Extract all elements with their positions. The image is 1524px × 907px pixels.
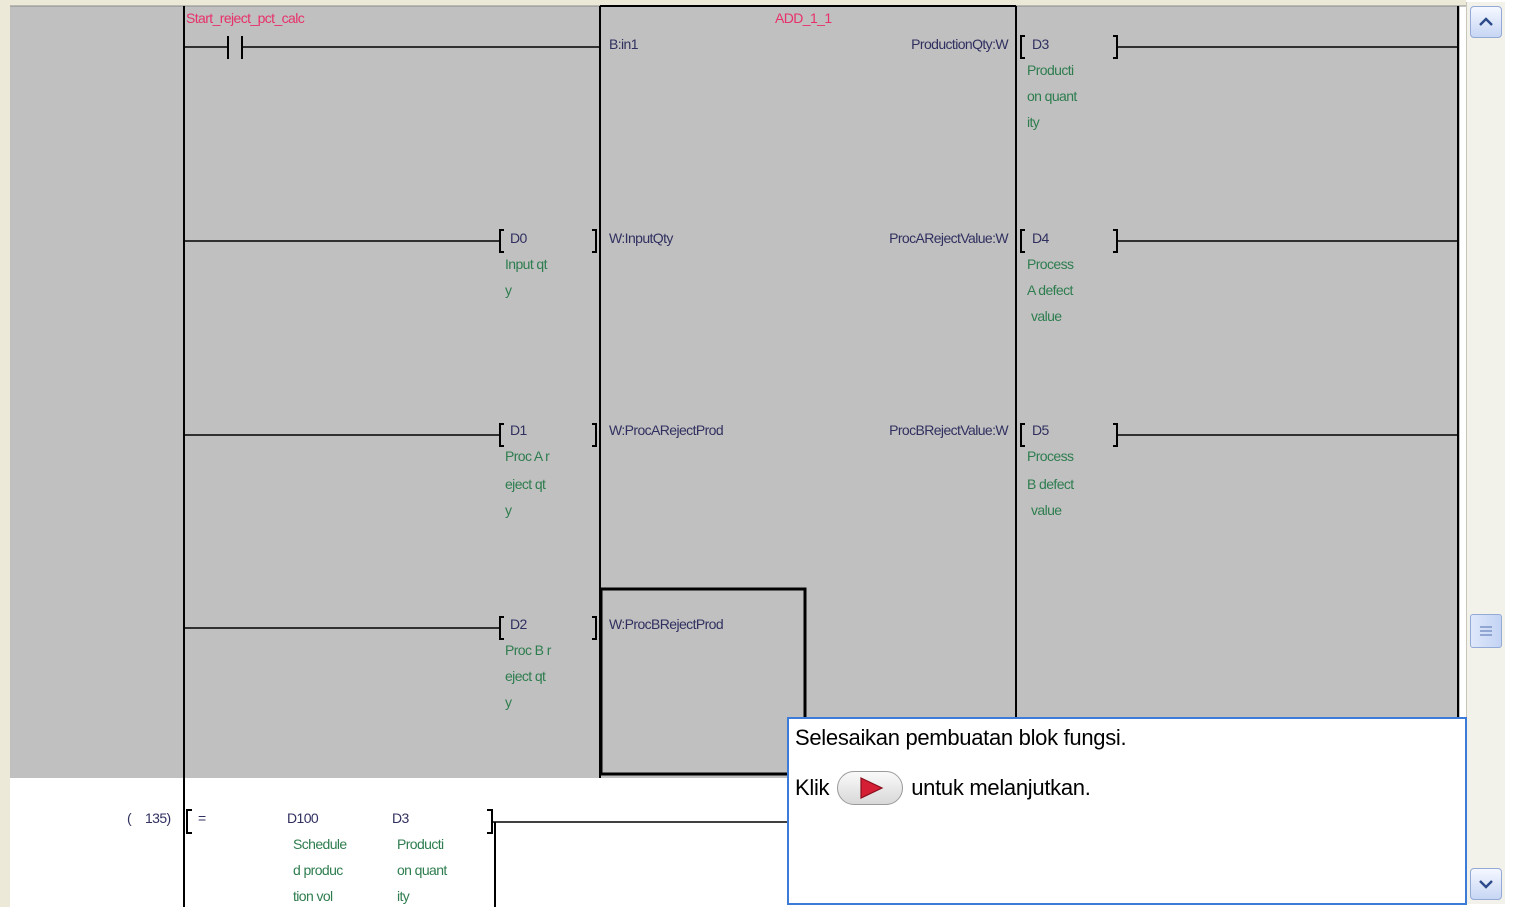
comment-d2-line1: Proc B r [505,642,551,658]
grip-icon [1480,626,1492,636]
comment-d4-line2: A defect [1027,282,1073,298]
device-d100[interactable]: D100 [287,810,319,826]
device-d3[interactable]: D3 [1032,36,1049,52]
scroll-up-button[interactable] [1470,6,1502,38]
scrollbar-thumb[interactable] [1470,614,1502,648]
step-number: 135) [145,810,171,826]
chevron-down-icon [1479,880,1493,889]
input-pin-procarejectprod: W:ProcARejectProd [609,422,724,438]
chevron-up-icon [1479,17,1493,26]
window-border-left [0,0,10,907]
comment-d100-line2: d produc [293,862,343,878]
tutorial-tooltip: Selesaikan pembuatan blok fungsi. Klik u… [787,717,1467,905]
play-arrow-icon [860,777,884,799]
output-pin-productionqty: ProductionQty:W [911,36,1008,52]
step-number-open: ( [127,810,132,826]
comment-d1-line3: y [505,502,512,518]
vertical-scrollbar[interactable] [1466,2,1505,904]
comment-d3-line2: on quant [1027,88,1077,104]
device-d4[interactable]: D4 [1032,230,1049,246]
output-pin-procarejectvalue: ProcARejectValue:W [889,230,1008,246]
comment-d5-line3: value [1031,502,1062,518]
comment-d2-line3: y [505,694,512,710]
next-button[interactable] [837,771,904,805]
scroll-down-button[interactable] [1470,868,1502,900]
tooltip-continue-line: Klik untuk melanjutkan. [795,769,1091,807]
comment-d3-line1: Producti [1027,62,1074,78]
function-block-name[interactable]: ADD_1_1 [775,10,832,26]
tooltip-instruction: Selesaikan pembuatan blok fungsi. [795,725,1127,750]
contact-label[interactable]: Start_reject_pct_calc [186,10,305,26]
comment-d1-line2: eject qt [505,476,546,492]
comment-d5-line1: Process [1027,448,1074,464]
device-d5[interactable]: D5 [1032,422,1049,438]
rung2-comment-d3-line1: Producti [397,836,444,852]
comment-d3-line3: ity [1027,114,1040,130]
ladder-editor-window: Start_reject_pct_calc ADD_1_1 B:in1 W:In… [0,0,1524,907]
comment-d100-line3: tion vol [293,888,333,904]
device-d0[interactable]: D0 [510,230,527,246]
rung2-comment-d3-line2: on quant [397,862,447,878]
comment-d4-line1: Process [1027,256,1074,272]
comment-d4-line3: value [1031,308,1062,324]
comment-d0-line2: y [505,282,512,298]
comment-d2-line2: eject qt [505,668,546,684]
comment-d1-line1: Proc A r [505,448,550,464]
tooltip-suffix: untuk melanjutkan. [911,775,1091,800]
output-pin-procbrejectvalue: ProcBRejectValue:W [889,422,1008,438]
comment-d0-line1: Input qt [505,256,548,272]
device-d2[interactable]: D2 [510,616,527,632]
device-d1[interactable]: D1 [510,422,527,438]
rung2-comment-d3-line3: ity [397,888,410,904]
input-pin-in1: B:in1 [609,36,639,52]
selected-rung-highlight [10,6,1460,778]
input-pin-inputqty: W:InputQty [609,230,673,246]
rung2-device-d3[interactable]: D3 [392,810,409,826]
comment-d100-line1: Schedule [293,836,347,852]
compare-instruction[interactable]: = [198,810,206,826]
tooltip-prefix: Klik [795,775,830,800]
input-pin-procbrejectprod: W:ProcBRejectProd [609,616,724,632]
comment-d5-line2: B defect [1027,476,1074,492]
